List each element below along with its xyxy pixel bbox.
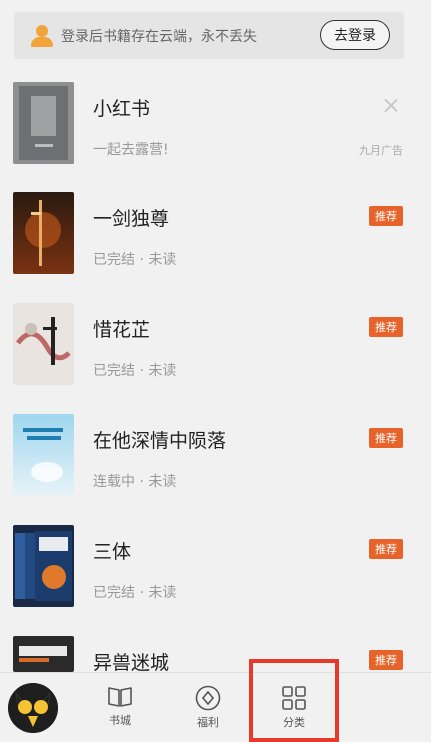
book-meta: 已完结 · 未读 <box>93 585 177 601</box>
book-cover-image <box>13 636 74 672</box>
user-icon <box>31 24 53 47</box>
close-icon[interactable] <box>384 98 398 112</box>
recommend-badge: 推荐 <box>369 539 403 559</box>
ad-title: 小红书 <box>93 98 151 120</box>
ad-item[interactable]: 小红书 一起去露营! 九月广告 <box>0 82 431 182</box>
book-meta: 已完结 · 未读 <box>93 252 177 268</box>
tab-bookstore[interactable]: 书城 <box>90 685 150 737</box>
book-meta: 连载中 · 未读 <box>93 474 177 490</box>
book-title: 异兽迷城 <box>93 652 170 674</box>
tab-welfare[interactable]: 福利 <box>178 685 238 737</box>
book-title: 三体 <box>93 541 132 563</box>
book-item[interactable]: 一剑独尊 已完结 · 未读 推荐 <box>0 192 431 292</box>
open-book-icon <box>108 687 132 707</box>
book-item[interactable]: 在他深情中陨落 连载中 · 未读 推荐 <box>0 414 431 514</box>
book-title: 在他深情中陨落 <box>93 430 227 452</box>
recommend-badge: 推荐 <box>369 428 403 448</box>
book-cover-image <box>13 525 74 607</box>
book-meta: 已完结 · 未读 <box>93 363 177 379</box>
login-button[interactable]: 去登录 <box>320 20 390 50</box>
recommend-badge: 推荐 <box>369 206 403 226</box>
book-cover-image <box>13 414 74 496</box>
recommend-badge: 推荐 <box>369 650 403 670</box>
bottom-tab-bar: 书城 福利 分类 <box>0 672 431 742</box>
coin-icon <box>195 685 221 711</box>
login-banner: 登录后书籍存在云端，永不丢失 去登录 <box>14 12 404 59</box>
book-title: 一剑独尊 <box>93 208 170 230</box>
ad-cover-image <box>13 82 74 164</box>
book-cover-image <box>13 303 74 385</box>
tab-label: 福利 <box>197 716 219 729</box>
book-item[interactable]: 惜花芷 已完结 · 未读 推荐 <box>0 303 431 403</box>
ad-tag: 九月广告 <box>359 144 403 157</box>
login-message: 登录后书籍存在云端，永不丢失 <box>61 28 257 45</box>
tab-label: 书城 <box>109 714 131 727</box>
ad-subtitle: 一起去露营! <box>93 142 169 158</box>
mascot-avatar[interactable] <box>8 683 58 733</box>
highlight-box <box>249 659 339 742</box>
book-cover-image <box>13 192 74 274</box>
recommend-badge: 推荐 <box>369 317 403 337</box>
book-item[interactable]: 三体 已完结 · 未读 推荐 <box>0 525 431 625</box>
book-title: 惜花芷 <box>93 319 151 341</box>
